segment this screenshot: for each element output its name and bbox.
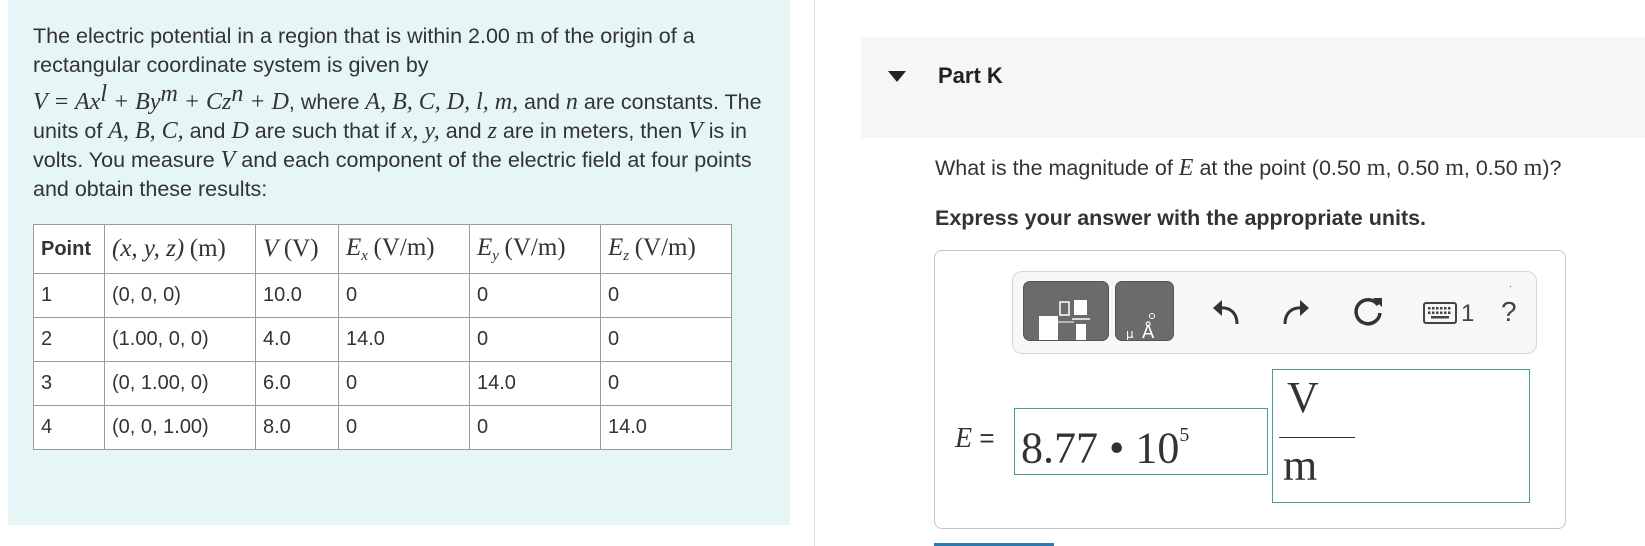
cell-v: 4.0 — [255, 317, 339, 362]
header-ez: Ez (V/m) — [600, 224, 732, 274]
cell-ey: 0 — [469, 273, 601, 318]
help-icon[interactable]: ? — [1501, 296, 1517, 328]
templates-button[interactable] — [1023, 281, 1109, 341]
intro-text: are in meters, then — [496, 119, 689, 144]
formula-exponent: m — [160, 81, 178, 107]
cell-ex: 0 — [338, 273, 470, 318]
var-v: V — [688, 118, 703, 145]
undo-icon[interactable] — [1211, 296, 1241, 328]
constants-list: A, B, C, D, l, m, — [365, 89, 519, 116]
formula-part: + D — [243, 89, 289, 116]
unit-m: m — [515, 23, 535, 49]
unit-numerator: V — [1287, 373, 1319, 422]
answer-instruction: Express your answer with the appropriate… — [935, 206, 1427, 230]
value-input[interactable]: 8.77 • 105 — [1014, 408, 1268, 475]
value-mantissa: 8.77 • 10 — [1021, 423, 1180, 473]
intro-text: , where — [288, 90, 366, 115]
cell-ey: 0 — [469, 405, 601, 450]
cell-xyz: (0, 0, 1.00) — [104, 405, 256, 450]
var-v: V — [220, 147, 236, 174]
cell-ez: 14.0 — [600, 405, 732, 450]
reset-icon[interactable] — [1351, 294, 1385, 328]
formula-part: + Cz — [177, 89, 232, 116]
answer-box: Å μ 1 ? . E = 8.77 • 105 V m — [934, 250, 1566, 529]
header-point: Point — [33, 224, 105, 274]
part-header[interactable]: Part K — [861, 37, 1645, 138]
cell-v: 8.0 — [255, 405, 339, 450]
table-row: 4 (0, 0, 1.00) 8.0 0 0 14.0 — [33, 405, 732, 450]
cell-ez: 0 — [600, 273, 732, 318]
caret-down-icon[interactable] — [888, 71, 906, 82]
keyboard-icon[interactable] — [1423, 302, 1457, 324]
intro-text: and — [518, 90, 566, 115]
formula-exponent: n — [231, 81, 244, 107]
value-exponent: 5 — [1179, 424, 1190, 446]
column-divider — [814, 0, 815, 546]
answer-label: E = — [955, 423, 995, 454]
cell-ez: 0 — [600, 361, 732, 406]
cell-point: 2 — [33, 317, 105, 362]
units-input[interactable]: V m — [1272, 369, 1530, 503]
unit-denominator: m — [1283, 441, 1318, 490]
xy-list: x, y, — [401, 118, 440, 145]
cell-point: 1 — [33, 273, 105, 318]
var-d: D — [231, 118, 249, 145]
redo-icon[interactable] — [1281, 296, 1311, 328]
symbols-icon: Å μ — [1126, 313, 1155, 340]
header-ex: Ex (V/m) — [338, 224, 470, 274]
cell-xyz: (0, 0, 0) — [104, 273, 256, 318]
templates-icon — [1039, 300, 1090, 340]
question-text: What is the magnitude of E at the point … — [935, 155, 1562, 181]
formula-part: + By — [106, 89, 161, 116]
var-e: E — [1178, 155, 1194, 181]
formula-part: V = Ax — [33, 89, 101, 116]
table-header-row: Point (x, y, z) (m) V (V) Ex (V/m) Ey (V… — [33, 224, 732, 274]
keyboard-shortcut-count: 1 — [1461, 300, 1475, 327]
cell-ex: 0 — [338, 361, 470, 406]
intro-text: and — [439, 119, 488, 144]
header-xyz: (x, y, z) (m) — [104, 224, 256, 274]
cell-ex: 0 — [338, 405, 470, 450]
cell-ex: 14.0 — [338, 317, 470, 362]
cell-ey: 0 — [469, 317, 601, 362]
table-row: 3 (0, 1.00, 0) 6.0 0 14.0 0 — [33, 361, 732, 406]
intro-text: are such that if — [248, 119, 402, 144]
cell-point: 3 — [33, 361, 105, 406]
var-n: n — [565, 89, 578, 116]
math-toolbar: Å μ 1 ? . — [1012, 271, 1537, 354]
symbols-button[interactable]: Å μ — [1115, 281, 1174, 341]
part-title: Part K — [938, 63, 1003, 88]
svg-text:μ: μ — [1126, 327, 1134, 340]
abc-list: A, B, C, — [108, 118, 184, 145]
cell-xyz: (1.00, 0, 0) — [104, 317, 256, 362]
fraction-bar — [1279, 437, 1355, 438]
cell-xyz: (0, 1.00, 0) — [104, 361, 256, 406]
problem-statement: The electric potential in a region that … — [33, 22, 773, 204]
toolbar-dot: . — [1509, 279, 1512, 290]
cell-point: 4 — [33, 405, 105, 450]
intro-text: The electric potential in a region that … — [33, 24, 516, 48]
problem-panel: The electric potential in a region that … — [8, 0, 790, 525]
header-ey: Ey (V/m) — [469, 224, 601, 274]
cell-v: 6.0 — [255, 361, 339, 406]
cell-v: 10.0 — [255, 273, 339, 318]
cell-ey: 14.0 — [469, 361, 601, 406]
table-row: 1 (0, 0, 0) 10.0 0 0 0 — [33, 273, 732, 318]
cell-ez: 0 — [600, 317, 732, 362]
header-v: V (V) — [255, 224, 339, 274]
intro-text: and — [183, 119, 232, 144]
formula-exponent: l — [100, 81, 107, 107]
var-z: z — [487, 118, 497, 145]
measurement-table: Point (x, y, z) (m) V (V) Ex (V/m) Ey (V… — [33, 224, 732, 450]
svg-text:Å: Å — [1142, 321, 1155, 340]
table-row: 2 (1.00, 0, 0) 4.0 14.0 0 0 — [33, 317, 732, 362]
